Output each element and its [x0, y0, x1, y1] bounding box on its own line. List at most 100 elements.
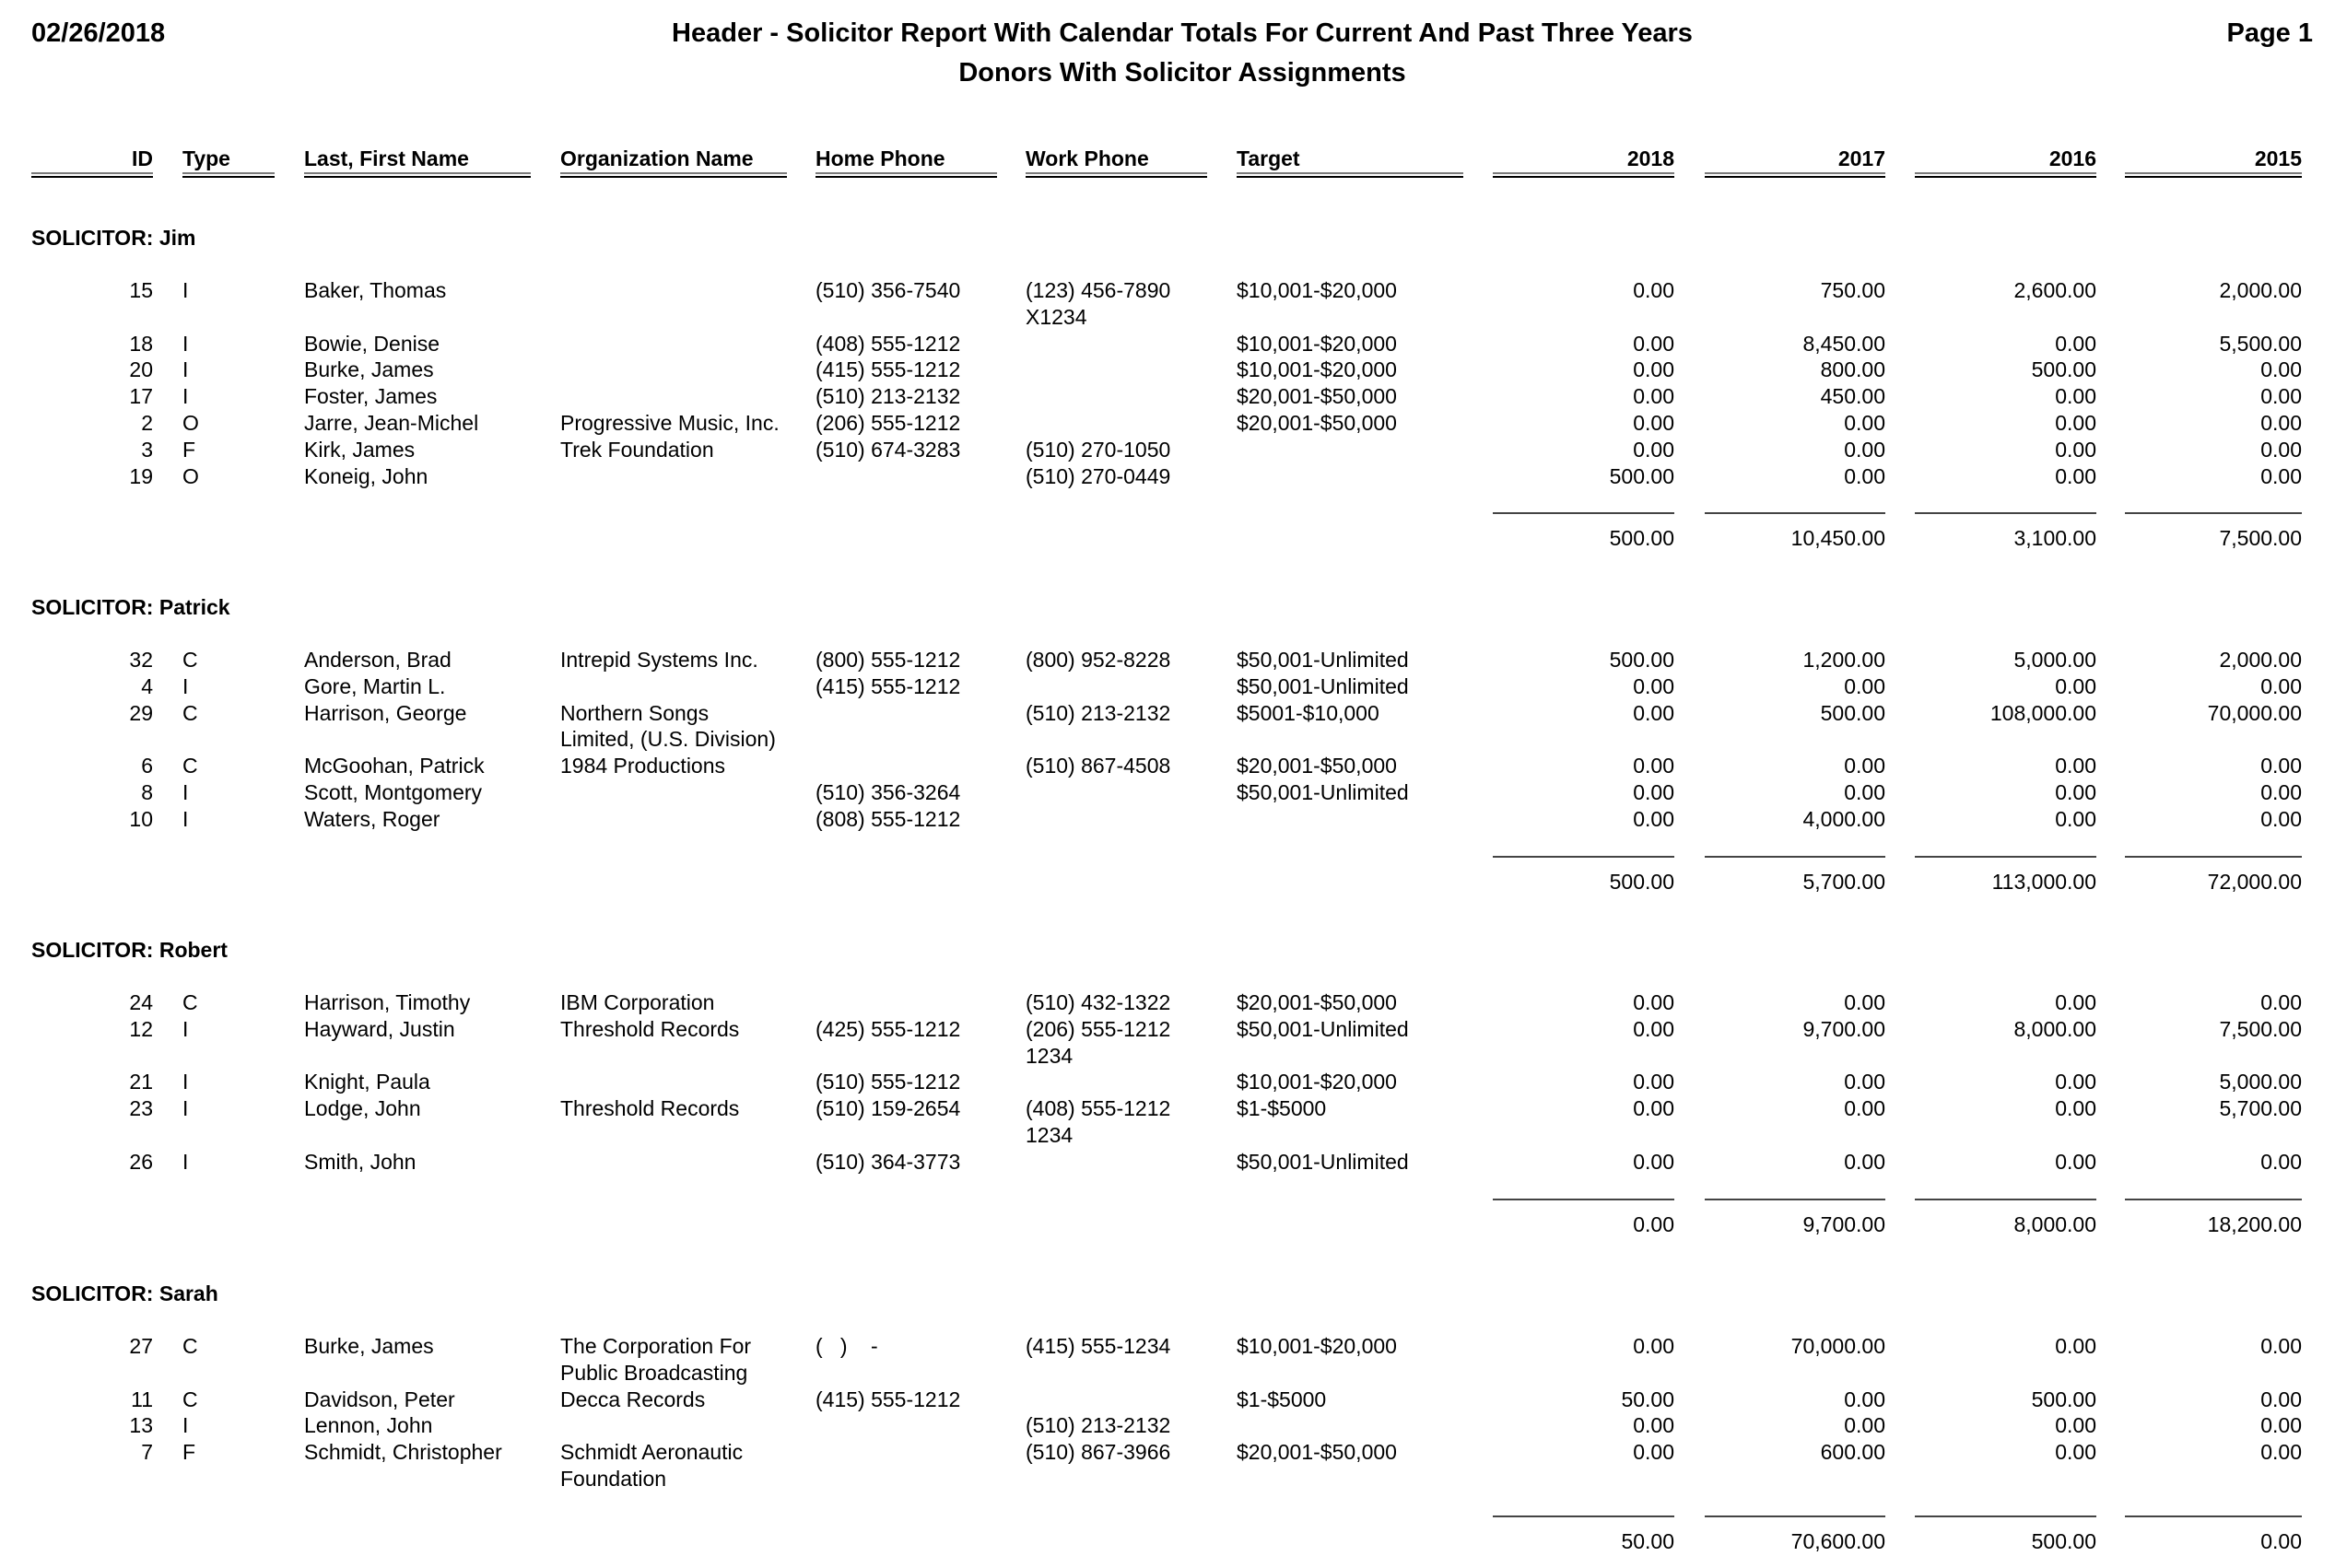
cell-year-2016: 0.00	[2055, 384, 2096, 409]
subtotal-year-2018: 500.00	[1609, 869, 1674, 894]
cell-year-2018: 0.00	[1633, 1334, 1674, 1358]
cell-tyear-pe: C	[182, 700, 198, 725]
cell-year-2017: 500.00	[1820, 700, 1885, 725]
subtotal-year-2016: 3,100.00	[2013, 526, 2096, 551]
cell-name: Schmidt, Christopher	[304, 1440, 502, 1465]
cell-year-2016: 0.00	[2055, 437, 2096, 462]
cell-org: Threshold Records	[560, 1096, 740, 1121]
cell-year-2015: 0.00	[2260, 463, 2302, 488]
cell-id: 4	[141, 673, 153, 698]
subtotal-year-2016: 500.00	[2031, 1528, 2096, 1553]
cell-id: 20	[129, 357, 153, 382]
cell-year-2018: 50.00	[1621, 1387, 1674, 1411]
subtotal-year-2017: 70,600.00	[1790, 1528, 1885, 1553]
cell-year-2015: 5,700.00	[2219, 1096, 2302, 1121]
cell-name: Kirk, James	[304, 437, 416, 462]
cell-work: (408) 555-1212 1234	[1026, 1096, 1171, 1147]
solicitor-heading: SOLICITOR: Sarah	[31, 1281, 218, 1305]
cell-name: Gore, Martin L.	[304, 673, 446, 698]
cell-work: (510) 432-1322	[1026, 990, 1171, 1014]
cell-tyear-pe: F	[182, 437, 196, 462]
cell-id: 27	[129, 1334, 153, 1358]
cell-target: $1-$5000	[1237, 1387, 1327, 1411]
cell-tyear-pe: C	[182, 1387, 198, 1411]
cell-name: Lennon, John	[304, 1413, 433, 1438]
cell-target: $20,001-$50,000	[1237, 754, 1397, 778]
cell-home: (510) 213-2132	[815, 384, 961, 409]
cell-year-2016: 0.00	[2055, 331, 2096, 356]
cell-id: 10	[129, 806, 153, 831]
subtotal-rule	[1705, 855, 1885, 858]
cell-id: 11	[131, 1387, 153, 1411]
cell-year-2017: 0.00	[1844, 990, 1885, 1014]
cell-id: 13	[129, 1413, 153, 1438]
subtotal-rule	[1915, 1198, 2096, 1200]
cell-year-2018: 500.00	[1609, 463, 1674, 488]
cell-year-2017: 0.00	[1844, 754, 1885, 778]
cell-year-2018: 500.00	[1609, 648, 1674, 672]
cell-year-2018: 0.00	[1633, 437, 1674, 462]
cell-year-2015: 0.00	[2260, 990, 2302, 1014]
cell-name: Anderson, Brad	[304, 648, 452, 672]
cell-name: Jarre, Jean-Michel	[304, 411, 479, 435]
cell-year-2017: 8,450.00	[1802, 331, 1885, 356]
cell-id: 24	[129, 990, 153, 1014]
cell-home: ( ) -	[815, 1334, 878, 1358]
subtotal-rule	[2125, 512, 2302, 515]
cell-year-2018: 0.00	[1633, 1070, 1674, 1094]
cell-home: (408) 555-1212	[815, 331, 961, 356]
cell-year-2015: 0.00	[2260, 754, 2302, 778]
cell-id: 2	[141, 411, 153, 435]
cell-year-2017: 9,700.00	[1802, 1016, 1885, 1041]
cell-year-2016: 0.00	[2055, 1149, 2096, 1174]
cell-target: $50,001-Unlimited	[1237, 1016, 1409, 1041]
subtotal-year-2018: 50.00	[1621, 1528, 1674, 1553]
cell-tyear-pe: I	[182, 384, 189, 409]
cell-name: Harrison, George	[304, 700, 467, 725]
cell-year-2016: 5,000.00	[2013, 648, 2096, 672]
cell-year-2015: 0.00	[2260, 1149, 2302, 1174]
cell-year-2016: 500.00	[2031, 1387, 2096, 1411]
cell-name: Hayward, Justin	[304, 1016, 455, 1041]
cell-tyear-pe: I	[182, 278, 189, 302]
subtotal-year-2015: 0.00	[2260, 1528, 2302, 1553]
cell-tyear-pe: I	[182, 806, 189, 831]
cell-year-2018: 0.00	[1633, 990, 1674, 1014]
cell-id: 29	[129, 700, 153, 725]
cell-org: Northern Songs Limited, (U.S. Division)	[560, 700, 776, 752]
cell-name: Waters, Roger	[304, 806, 440, 831]
cell-org: IBM Corporation	[560, 990, 715, 1014]
subtotal-rule	[1493, 855, 1674, 858]
cell-year-2017: 0.00	[1844, 1387, 1885, 1411]
cell-tyear-pe: C	[182, 990, 198, 1014]
subtotal-rule	[1705, 512, 1885, 515]
cell-work: (800) 952-8228	[1026, 648, 1171, 672]
cell-org: Trek Foundation	[560, 437, 714, 462]
report-body: SOLICITOR: Jim 15 I Baker, Thomas (510) 356-…	[0, 0, 2335, 1568]
cell-year-2017: 0.00	[1844, 780, 1885, 804]
cell-home: (800) 555-1212	[815, 648, 961, 672]
cell-tyear-pe: I	[182, 1096, 189, 1121]
cell-year-2015: 0.00	[2260, 673, 2302, 698]
cell-year-2015: 70,000.00	[2207, 700, 2302, 725]
cell-tyear-pe: I	[182, 331, 189, 356]
cell-name: Harrison, Timothy	[304, 990, 471, 1014]
cell-year-2018: 0.00	[1633, 384, 1674, 409]
cell-tyear-pe: I	[182, 1016, 189, 1041]
cell-year-2016: 0.00	[2055, 754, 2096, 778]
cell-name: Knight, Paula	[304, 1070, 430, 1094]
cell-target: $5001-$10,000	[1237, 700, 1379, 725]
cell-work: (510) 867-3966	[1026, 1440, 1171, 1465]
solicitor-heading: SOLICITOR: Jim	[31, 226, 196, 250]
cell-name: Bowie, Denise	[304, 331, 440, 356]
cell-home: (425) 555-1212	[815, 1016, 961, 1041]
subtotal-rule	[2125, 855, 2302, 858]
subtotal-rule	[2125, 1515, 2302, 1517]
subtotal-rule	[1493, 1515, 1674, 1517]
cell-home: (510) 356-3264	[815, 780, 961, 804]
cell-home: (206) 555-1212	[815, 411, 961, 435]
cell-target: $50,001-Unlimited	[1237, 648, 1409, 672]
cell-year-2018: 0.00	[1633, 673, 1674, 698]
cell-year-2016: 0.00	[2055, 1440, 2096, 1465]
cell-org: Progressive Music, Inc.	[560, 411, 780, 435]
